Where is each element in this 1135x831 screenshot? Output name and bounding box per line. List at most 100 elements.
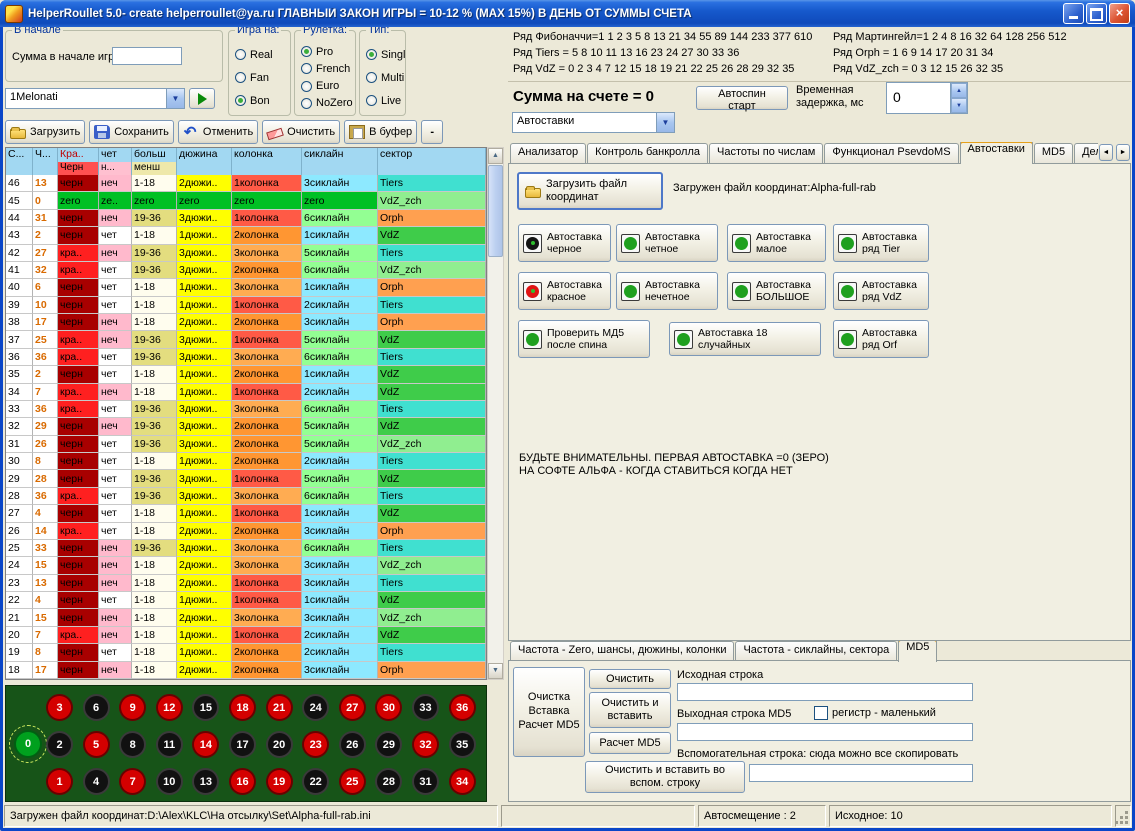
board-number-34[interactable]: 34 bbox=[449, 768, 476, 795]
load-coords-button[interactable]: Загрузить файл координат bbox=[517, 172, 663, 210]
board-number-5[interactable]: 5 bbox=[83, 731, 110, 758]
save-button[interactable]: Сохранить bbox=[89, 120, 174, 144]
column-header[interactable]: С... bbox=[6, 148, 33, 175]
table-row[interactable]: 198чернчет1-181дюжи..2колонка2сиклайнTie… bbox=[6, 644, 486, 661]
resize-grip[interactable] bbox=[1115, 805, 1131, 827]
board-number-19[interactable]: 19 bbox=[266, 768, 293, 795]
table-row[interactable]: 224чернчет1-181дюжи..1колонка1сиклайнVdZ bbox=[6, 592, 486, 609]
bet-button-0[interactable]: Автоставка черное bbox=[518, 224, 611, 262]
table-row[interactable]: 3725кра..неч19-363дюжи..1колонка5сиклайн… bbox=[6, 331, 486, 348]
delay-spinner[interactable]: 0 ▲ ▼ bbox=[886, 82, 968, 114]
board-number-9[interactable]: 9 bbox=[119, 694, 146, 721]
board-number-8[interactable]: 8 bbox=[119, 731, 146, 758]
board-number-25[interactable]: 25 bbox=[339, 768, 366, 795]
board-number-1[interactable]: 1 bbox=[46, 768, 73, 795]
source-string-input[interactable] bbox=[677, 683, 973, 701]
column-header[interactable]: сектор bbox=[378, 148, 486, 175]
undo-button[interactable]: Отменить bbox=[178, 120, 258, 144]
table-row[interactable]: 3910чернчет1-181дюжи..1колонка2сиклайнTi… bbox=[6, 297, 486, 314]
radio-live[interactable]: Live bbox=[366, 95, 403, 107]
board-number-6[interactable]: 6 bbox=[83, 694, 110, 721]
board-number-33[interactable]: 33 bbox=[412, 694, 439, 721]
bet-button-3[interactable]: Автоставка ряд Tier bbox=[833, 224, 929, 262]
board-number-17[interactable]: 17 bbox=[229, 731, 256, 758]
bet-button-6[interactable]: Автоставка БОЛЬШОЕ bbox=[727, 272, 826, 310]
column-header[interactable]: Ч... bbox=[33, 148, 58, 175]
board-number-10[interactable]: 10 bbox=[156, 768, 183, 795]
table-row[interactable]: 2415черннеч1-182дюжи..3колонка3сиклайнVd… bbox=[6, 557, 486, 574]
table-row[interactable]: 2313черннеч1-182дюжи..1колонка3сиклайнTi… bbox=[6, 575, 486, 592]
table-row[interactable]: 2533черннеч19-363дюжи..3колонка6сиклайнT… bbox=[6, 540, 486, 557]
scroll-up-icon[interactable]: ▲ bbox=[488, 148, 503, 164]
tab-md5[interactable]: MD5 bbox=[898, 641, 937, 662]
board-number-26[interactable]: 26 bbox=[339, 731, 366, 758]
table-row[interactable]: 3636кра..чет19-363дюжи..3колонка6сиклайн… bbox=[6, 349, 486, 366]
board-number-12[interactable]: 12 bbox=[156, 694, 183, 721]
md5-clear-paste-aux-button[interactable]: Очистить и вставить во вспом. строку bbox=[585, 761, 745, 793]
table-row[interactable]: 274чернчет1-181дюжи..1колонка1сиклайнVdZ bbox=[6, 505, 486, 522]
spinner-up-icon[interactable]: ▲ bbox=[951, 83, 967, 98]
radio-singl[interactable]: Singl bbox=[366, 49, 403, 61]
play-button[interactable] bbox=[189, 88, 215, 109]
bet-button-5[interactable]: Автоставка нечетное bbox=[616, 272, 718, 310]
table-row[interactable]: 352чернчет1-181дюжи..2колонка1сиклайнVdZ bbox=[6, 366, 486, 383]
tab-контроль-банкролла[interactable]: Контроль банкролла bbox=[587, 143, 708, 164]
table-row[interactable]: 4132кра..чет19-363дюжи..2колонка6сиклайн… bbox=[6, 262, 486, 279]
board-number-15[interactable]: 15 bbox=[192, 694, 219, 721]
radio-french[interactable]: French bbox=[301, 63, 353, 75]
tab-анализатор[interactable]: Анализатор bbox=[510, 143, 586, 164]
board-number-27[interactable]: 27 bbox=[339, 694, 366, 721]
load-button[interactable]: Загрузить bbox=[5, 120, 85, 144]
output-string-input[interactable] bbox=[677, 723, 973, 741]
tab-md5[interactable]: MD5 bbox=[1034, 143, 1073, 164]
scrollbar-thumb[interactable] bbox=[488, 165, 503, 257]
radio-pro[interactable]: Pro bbox=[301, 46, 353, 58]
board-number-29[interactable]: 29 bbox=[375, 731, 402, 758]
minus-button[interactable]: - bbox=[421, 120, 443, 144]
board-number-11[interactable]: 11 bbox=[156, 731, 183, 758]
lowercase-checkbox[interactable] bbox=[814, 706, 828, 720]
column-header[interactable]: колонка bbox=[232, 148, 302, 175]
radio-nozero[interactable]: NoZero bbox=[301, 97, 353, 109]
board-number-7[interactable]: 7 bbox=[119, 768, 146, 795]
column-header[interactable]: Кра..Черн bbox=[58, 148, 99, 175]
board-number-4[interactable]: 4 bbox=[83, 768, 110, 795]
md5-clear-paste-calc-button[interactable]: Очистка Вставка Расчет MD5 bbox=[513, 667, 585, 757]
board-number-0[interactable]: 0 bbox=[14, 730, 42, 758]
spinner-down-icon[interactable]: ▼ bbox=[951, 98, 967, 113]
radio-multi[interactable]: Multi bbox=[366, 72, 403, 84]
board-number-14[interactable]: 14 bbox=[192, 731, 219, 758]
board-number-32[interactable]: 32 bbox=[412, 731, 439, 758]
tab-частота-zero-шансы-дюжины-колонки[interactable]: Частота - Zero, шансы, дюжины, колонки bbox=[510, 641, 734, 662]
board-number-35[interactable]: 35 bbox=[449, 731, 476, 758]
buffer-button[interactable]: В буфер bbox=[344, 120, 417, 144]
bet-button-9[interactable]: Автоставка 18 случайных bbox=[669, 322, 821, 356]
tab-автоставки[interactable]: Автоставки bbox=[960, 142, 1033, 164]
clear-button[interactable]: Очистить bbox=[262, 120, 340, 144]
radio-bon[interactable]: Bon bbox=[235, 95, 288, 107]
autobets-select[interactable]: Автоставки ▼ bbox=[512, 112, 675, 133]
table-row[interactable]: 2928чернчет19-363дюжи..1колонка5сиклайнV… bbox=[6, 470, 486, 487]
md5-calc-button[interactable]: Расчет MD5 bbox=[589, 732, 671, 754]
table-row[interactable]: 2836кра..чет19-363дюжи..3колонка6сиклайн… bbox=[6, 488, 486, 505]
board-number-23[interactable]: 23 bbox=[302, 731, 329, 758]
table-row[interactable]: 3817черннеч1-182дюжи..2колонка3сиклайнOr… bbox=[6, 314, 486, 331]
column-header[interactable]: сиклайн bbox=[302, 148, 378, 175]
radio-euro[interactable]: Euro bbox=[301, 80, 353, 92]
radio-real[interactable]: Real bbox=[235, 49, 288, 61]
table-row[interactable]: 3229черннеч19-363дюжи..2колонка5сиклайнV… bbox=[6, 418, 486, 435]
aux-string-input[interactable] bbox=[749, 764, 973, 782]
tabs-scroll-right-button[interactable]: ► bbox=[1116, 144, 1130, 161]
table-row[interactable]: 450zeroze..zerozerozerozeroVdZ_zch bbox=[6, 192, 486, 209]
bet-button-2[interactable]: Автоставка малое bbox=[727, 224, 826, 262]
tabs-scroll-left-button[interactable]: ◄ bbox=[1099, 144, 1113, 161]
board-number-2[interactable]: 2 bbox=[46, 731, 73, 758]
bet-button-8[interactable]: Проверить МД5 после спина bbox=[518, 320, 650, 358]
table-row[interactable]: 406чернчет1-181дюжи..3колонка1сиклайнOrp… bbox=[6, 279, 486, 296]
board-number-13[interactable]: 13 bbox=[192, 768, 219, 795]
table-row[interactable]: 308чернчет1-181дюжи..2колонка2сиклайнTie… bbox=[6, 453, 486, 470]
board-number-18[interactable]: 18 bbox=[229, 694, 256, 721]
tab-частота-сиклайны-сектора[interactable]: Частота - сиклайны, сектора bbox=[735, 641, 897, 662]
maximize-button[interactable] bbox=[1086, 3, 1107, 24]
board-number-36[interactable]: 36 bbox=[449, 694, 476, 721]
